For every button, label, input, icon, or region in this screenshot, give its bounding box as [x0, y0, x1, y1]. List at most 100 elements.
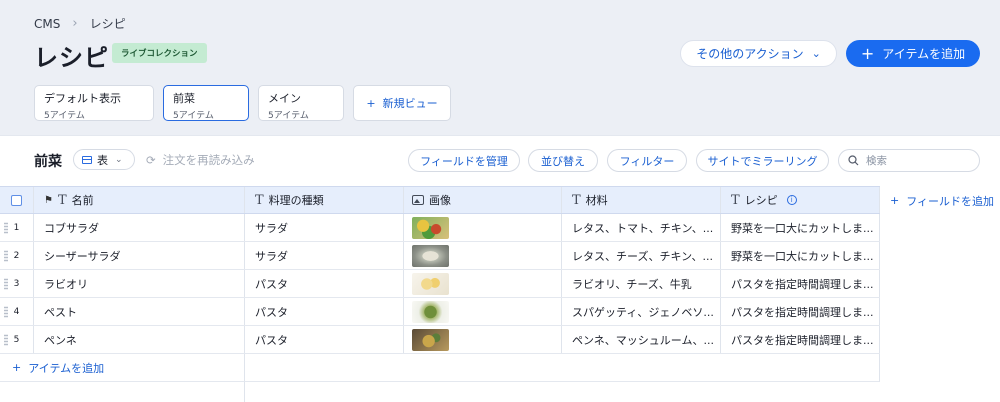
view-name: デフォルト表示: [44, 92, 121, 105]
view-tab-appetizer[interactable]: 前菜 5アイテム: [163, 85, 249, 121]
view-tab-default[interactable]: デフォルト表示 5アイテム: [34, 85, 154, 121]
type-cell[interactable]: パスタ: [245, 326, 404, 353]
drag-handle-icon[interactable]: [4, 278, 8, 290]
recipe-cell[interactable]: 野菜を一口大にカットしま...: [721, 214, 880, 241]
type-cell[interactable]: パスタ: [245, 270, 404, 297]
add-item-label: アイテムを追加: [882, 47, 966, 61]
chevron-down-icon: ⌄: [811, 47, 821, 60]
material-cell[interactable]: スパゲッティ、ジェノベソ...: [562, 298, 721, 325]
breadcrumb-current: レシピ: [89, 17, 126, 31]
material-cell[interactable]: レタス、チーズ、チキン、...: [562, 242, 721, 269]
row-number: 5: [13, 334, 20, 345]
drag-handle-icon[interactable]: [4, 306, 8, 318]
material-cell[interactable]: ペンネ、マッシュルーム、...: [562, 326, 721, 353]
add-item-button[interactable]: + アイテムを追加: [846, 40, 980, 67]
collection-panel: 前菜 表 ⌄ ⟳ 注文を再読み込み フィールドを管理 並び替え フィルター サイ…: [0, 135, 1000, 402]
type-cell[interactable]: サラダ: [245, 242, 404, 269]
live-collection-badge: ライブコレクション: [112, 43, 207, 63]
drag-handle-icon[interactable]: [4, 334, 8, 346]
text-type-icon: T: [731, 192, 740, 208]
image-cell[interactable]: [404, 242, 562, 269]
view-count: 5アイテム: [44, 111, 85, 121]
recipe-cell[interactable]: 野菜を一口大にカットしま...: [721, 242, 880, 269]
table-row[interactable]: 1 コブサラダ サラダ レタス、トマト、チキン、... 野菜を一口大にカットしま…: [0, 214, 880, 242]
material-cell[interactable]: レタス、トマト、チキン、...: [562, 214, 721, 241]
recipe-cell[interactable]: パスタを指定時間調理しま...: [721, 326, 880, 353]
name-cell[interactable]: ペンネ: [34, 326, 245, 353]
new-view-button[interactable]: + 新規ビュー: [353, 85, 451, 121]
type-cell[interactable]: パスタ: [245, 298, 404, 325]
image-cell[interactable]: [404, 298, 562, 325]
table-header-row: ⚑ T 名前 T 料理の種類 画像 T 材料 T レシピ i: [0, 186, 880, 214]
drag-handle-icon[interactable]: [4, 250, 8, 262]
view-tab-main[interactable]: メイン 5アイテム: [258, 85, 344, 121]
column-header-label: 料理の種類: [268, 194, 324, 207]
name-cell[interactable]: シーザーサラダ: [34, 242, 245, 269]
name-cell[interactable]: ペスト: [34, 298, 245, 325]
manage-fields-button[interactable]: フィールドを管理: [408, 149, 520, 172]
food-thumbnail: [412, 272, 449, 295]
breadcrumb-cms-link[interactable]: CMS: [34, 17, 60, 31]
select-all-cell: [0, 187, 34, 213]
table-icon: [82, 155, 92, 164]
column-header-image[interactable]: 画像: [404, 187, 562, 213]
mirror-on-site-button[interactable]: サイトでミラーリング: [696, 149, 829, 172]
image-cell[interactable]: [404, 214, 562, 241]
info-icon[interactable]: i: [786, 195, 797, 205]
more-actions-button[interactable]: その他のアクション ⌄: [680, 40, 837, 67]
view-name: 前菜: [173, 92, 195, 105]
column-header-label: 名前: [71, 194, 94, 207]
plus-icon: +: [12, 361, 22, 374]
recipe-cell[interactable]: パスタを指定時間調理しま...: [721, 298, 880, 325]
view-mode-dropdown[interactable]: 表 ⌄: [73, 149, 135, 170]
table-row[interactable]: 4 ペスト パスタ スパゲッティ、ジェノベソ... パスタを指定時間調理しま..…: [0, 298, 880, 326]
column-header-label: 材料: [585, 194, 608, 207]
text-type-icon: T: [572, 192, 581, 208]
table-row[interactable]: 2 シーザーサラダ サラダ レタス、チーズ、チキン、... 野菜を一口大にカット…: [0, 242, 880, 270]
filter-button[interactable]: フィルター: [607, 149, 687, 172]
drag-handle-icon[interactable]: [4, 222, 8, 234]
column-header-type[interactable]: T 料理の種類: [245, 187, 404, 213]
table-row[interactable]: 3 ラビオリ パスタ ラビオリ、チーズ、牛乳 パスタを指定時間調理しま...: [0, 270, 880, 298]
column-header-recipe[interactable]: T レシピ i: [721, 187, 880, 213]
column-header-label: 画像: [429, 194, 451, 207]
row-number: 2: [13, 250, 20, 261]
name-cell[interactable]: コブサラダ: [34, 214, 245, 241]
row-number-cell: 2: [0, 242, 34, 269]
view-count: 5アイテム: [173, 111, 214, 121]
column-header-name[interactable]: ⚑ T 名前: [34, 187, 245, 213]
plus-icon: +: [860, 43, 875, 63]
text-type-icon: T: [255, 192, 264, 208]
food-thumbnail: [412, 216, 449, 239]
add-row-filler: [245, 354, 880, 382]
material-cell[interactable]: ラビオリ、チーズ、牛乳: [562, 270, 721, 297]
add-field-label: フィールドを追加: [906, 194, 994, 208]
sort-button[interactable]: 並び替え: [528, 149, 598, 172]
reload-order-label: 注文を再読み込み: [162, 153, 255, 167]
recipe-cell[interactable]: パスタを指定時間調理しま...: [721, 270, 880, 297]
view-count: 5アイテム: [268, 111, 309, 121]
add-row-button[interactable]: + アイテムを追加: [0, 354, 245, 382]
breadcrumb: CMS › レシピ: [34, 15, 126, 32]
image-cell[interactable]: [404, 326, 562, 353]
column-header-label: レシピ: [744, 194, 778, 207]
image-cell[interactable]: [404, 270, 562, 297]
table-row[interactable]: 5 ペンネ パスタ ペンネ、マッシュルーム、... パスタを指定時間調理しま..…: [0, 326, 880, 354]
name-cell[interactable]: ラビオリ: [34, 270, 245, 297]
food-thumbnail: [412, 300, 449, 323]
reload-order-button[interactable]: ⟳ 注文を再読み込み: [146, 152, 255, 168]
row-number-cell: 4: [0, 298, 34, 325]
row-number: 1: [13, 222, 20, 233]
search-input[interactable]: 検索: [838, 149, 980, 172]
plus-icon: +: [366, 96, 376, 110]
column-header-material[interactable]: T 材料: [562, 187, 721, 213]
view-name: メイン: [268, 92, 301, 105]
add-field-button[interactable]: + フィールドを追加: [880, 187, 994, 214]
plus-icon: +: [890, 194, 900, 207]
type-cell[interactable]: サラダ: [245, 214, 404, 241]
refresh-icon: ⟳: [146, 153, 156, 167]
select-all-checkbox[interactable]: [11, 194, 22, 206]
view-title: 前菜: [34, 154, 62, 170]
new-view-label: 新規ビュー: [382, 97, 438, 110]
flag-icon: ⚑: [44, 194, 53, 206]
